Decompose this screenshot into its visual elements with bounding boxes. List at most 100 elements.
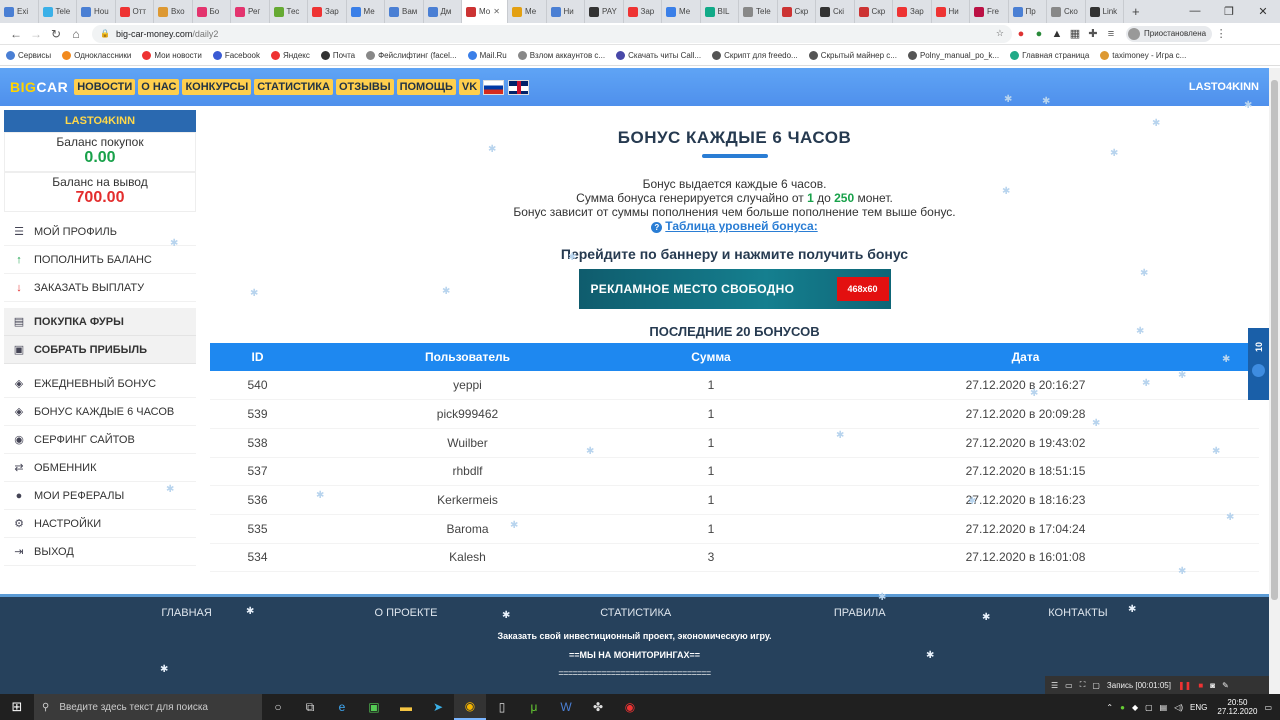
sidebar-item[interactable]: ☰ МОЙ ПРОФИЛЬ xyxy=(4,218,196,246)
tray-app-icon[interactable]: ◆ xyxy=(1132,703,1138,712)
browser-tab[interactable]: Ме xyxy=(662,0,701,23)
browser-tab[interactable]: Скр xyxy=(855,0,893,23)
app-icon[interactable]: ▣ xyxy=(358,700,390,714)
tray-arrow-icon[interactable]: ⌃ xyxy=(1106,703,1113,712)
browser-tab[interactable]: Fre xyxy=(970,0,1009,23)
header-nav-link[interactable]: ПОМОЩЬ xyxy=(396,79,456,95)
menu-dots-icon[interactable]: ⋮ xyxy=(1212,27,1230,40)
browser-tab[interactable]: Ни xyxy=(932,0,970,23)
recorder-window-icon[interactable]: ▭ xyxy=(1065,681,1073,690)
footer-nav-link[interactable]: СТАТИСТИКА xyxy=(600,607,671,619)
app-icon[interactable]: ✤ xyxy=(582,700,614,714)
header-username[interactable]: LASTO4KINN xyxy=(1189,81,1259,93)
sidebar-item[interactable]: ⇥ ВЫХОД xyxy=(4,538,196,566)
bookmark-item[interactable]: Скрипт для freedo... xyxy=(712,50,798,60)
browser-tab[interactable]: BIL xyxy=(701,0,739,23)
windows-start-icon[interactable]: ⊞ xyxy=(0,699,34,715)
recorder-fullscreen-icon[interactable]: ⛶ xyxy=(1080,680,1086,690)
bookmark-item[interactable]: Яндекс xyxy=(270,50,310,60)
recorder-region-icon[interactable]: ▢ xyxy=(1092,681,1100,690)
browser-tab[interactable]: Скр xyxy=(778,0,816,23)
bookmark-item[interactable]: Mail.Ru xyxy=(467,50,507,60)
browser-tab[interactable]: Ни xyxy=(547,0,585,23)
edge-icon[interactable]: e xyxy=(326,700,358,714)
sidebar-item[interactable]: ⚙ НАСТРОЙКИ xyxy=(4,510,196,538)
browser-tab[interactable]: Рег xyxy=(231,0,270,23)
footer-nav-link[interactable]: КОНТАКТЫ xyxy=(1048,607,1107,619)
browser-tab[interactable]: Tele xyxy=(739,0,778,23)
bookmark-item[interactable]: Фейслифтинг (facel... xyxy=(366,50,457,60)
bookmark-item[interactable]: Скрытый майнер с... xyxy=(808,50,897,60)
reload-icon[interactable]: ↻ xyxy=(46,27,66,41)
clock[interactable]: 20:50 27.12.2020 xyxy=(1217,698,1257,716)
volume-icon[interactable]: ◁) xyxy=(1174,703,1183,712)
bookmark-item[interactable]: Одноклассники xyxy=(62,50,131,60)
minimize-icon[interactable]: — xyxy=(1178,5,1212,18)
header-nav-link[interactable]: О НАС xyxy=(138,79,180,95)
browser-tab[interactable]: Exi xyxy=(0,0,39,23)
stop-icon[interactable]: ■ xyxy=(1198,681,1203,690)
taskbar-search[interactable]: ⚲ Введите здесь текст для поиска xyxy=(34,694,262,720)
tray-app-icon[interactable]: ▢ xyxy=(1145,703,1153,712)
browser-tab[interactable]: Вхо xyxy=(154,0,193,23)
browser-tab[interactable]: Зар xyxy=(893,0,932,23)
folder-icon[interactable]: ▬ xyxy=(390,700,422,714)
home-icon[interactable]: ⌂ xyxy=(66,27,86,41)
scrollbar-thumb[interactable] xyxy=(1271,80,1278,600)
levels-table-link[interactable]: ? Таблица уровней бонуса: xyxy=(651,219,818,233)
camera-icon[interactable]: ◙ xyxy=(1210,681,1215,690)
footer-nav-link[interactable]: ПРАВИЛА xyxy=(834,607,886,619)
browser-tab[interactable]: Зар xyxy=(624,0,662,23)
bookmark-item[interactable]: Сервисы xyxy=(6,50,51,60)
bookmark-item[interactable]: Главная страница xyxy=(1010,50,1089,60)
new-tab-icon[interactable]: + xyxy=(1124,4,1148,19)
browser-tab[interactable]: Бо xyxy=(193,0,231,23)
site-logo[interactable]: BIGCAR xyxy=(10,79,68,95)
tray-app-icon[interactable]: ● xyxy=(1120,703,1125,712)
bookmark-item[interactable]: Polny_manual_po_k... xyxy=(907,50,999,60)
extension-icon[interactable]: ▲ xyxy=(1048,28,1066,40)
browser-tab[interactable]: Hou xyxy=(77,0,116,23)
close-icon[interactable]: ✕ xyxy=(493,7,500,16)
bookmark-item[interactable]: Взлом аккаунтов с... xyxy=(517,50,605,60)
browser-tab[interactable]: PAY xyxy=(585,0,624,23)
pause-icon[interactable]: ❚❚ xyxy=(1178,681,1191,690)
header-nav-link[interactable]: НОВОСТИ xyxy=(74,79,136,95)
header-nav-link[interactable]: VK xyxy=(458,79,481,95)
browser-tab[interactable]: Ме xyxy=(347,0,385,23)
sidebar-item[interactable]: ◈ ЕЖЕДНЕВНЫЙ БОНУС xyxy=(4,370,196,398)
footer-nav-link[interactable]: О ПРОЕКТЕ xyxy=(375,607,438,619)
star-icon[interactable]: ☆ xyxy=(996,28,1004,39)
header-nav-link[interactable]: КОНКУРСЫ xyxy=(182,79,252,95)
extension-icon[interactable]: ● xyxy=(1012,28,1030,40)
profile-button[interactable]: Приостановлена xyxy=(1126,25,1213,42)
browser-tab[interactable]: Тес xyxy=(270,0,308,23)
browser-tab[interactable]: Зар xyxy=(308,0,347,23)
browser-tab[interactable]: Ме xyxy=(508,0,547,23)
recorder-menu-icon[interactable]: ☰ xyxy=(1051,681,1058,690)
sidebar-item[interactable]: ◉ СЕРФИНГ САЙТОВ xyxy=(4,426,196,454)
sidebar-item[interactable]: ◈ БОНУС КАЖДЫЕ 6 ЧАСОВ xyxy=(4,398,196,426)
russian-flag-icon[interactable] xyxy=(483,79,505,95)
sidebar-item[interactable]: ● МОИ РЕФЕРАЛЫ xyxy=(4,482,196,510)
bookmark-item[interactable]: Facebook xyxy=(212,50,260,60)
bookmark-item[interactable]: taximoney - Игра с... xyxy=(1100,50,1186,60)
close-window-icon[interactable]: ✕ xyxy=(1246,5,1280,18)
browser-tab[interactable]: Отт xyxy=(116,0,154,23)
page-scrollbar[interactable] xyxy=(1269,68,1280,694)
side-widget[interactable]: 10 xyxy=(1248,328,1269,400)
browser-tab[interactable]: Дм xyxy=(424,0,462,23)
back-icon[interactable]: ← xyxy=(6,27,26,41)
footer-nav-link[interactable]: ГЛАВНАЯ xyxy=(161,607,211,619)
header-nav-link[interactable]: ОТЗЫВЫ xyxy=(335,79,394,95)
browser-tab[interactable]: Link xyxy=(1086,0,1124,23)
browser-tab[interactable]: Пр xyxy=(1009,0,1047,23)
file-icon[interactable]: ▯ xyxy=(486,700,518,714)
sidebar-item[interactable]: ↑ ПОПОЛНИТЬ БАЛАНС xyxy=(4,246,196,274)
sidebar-item[interactable]: ⇄ ОБМЕННИК xyxy=(4,454,196,482)
english-flag-icon[interactable] xyxy=(508,79,530,95)
address-bar[interactable]: 🔒 big-car-money.com/daily2 ☆ xyxy=(92,24,1012,43)
notifications-icon[interactable]: ▭ xyxy=(1264,703,1272,712)
header-nav-link[interactable]: СТАТИСТИКА xyxy=(254,79,333,95)
record-icon[interactable]: ◉ xyxy=(614,700,646,714)
